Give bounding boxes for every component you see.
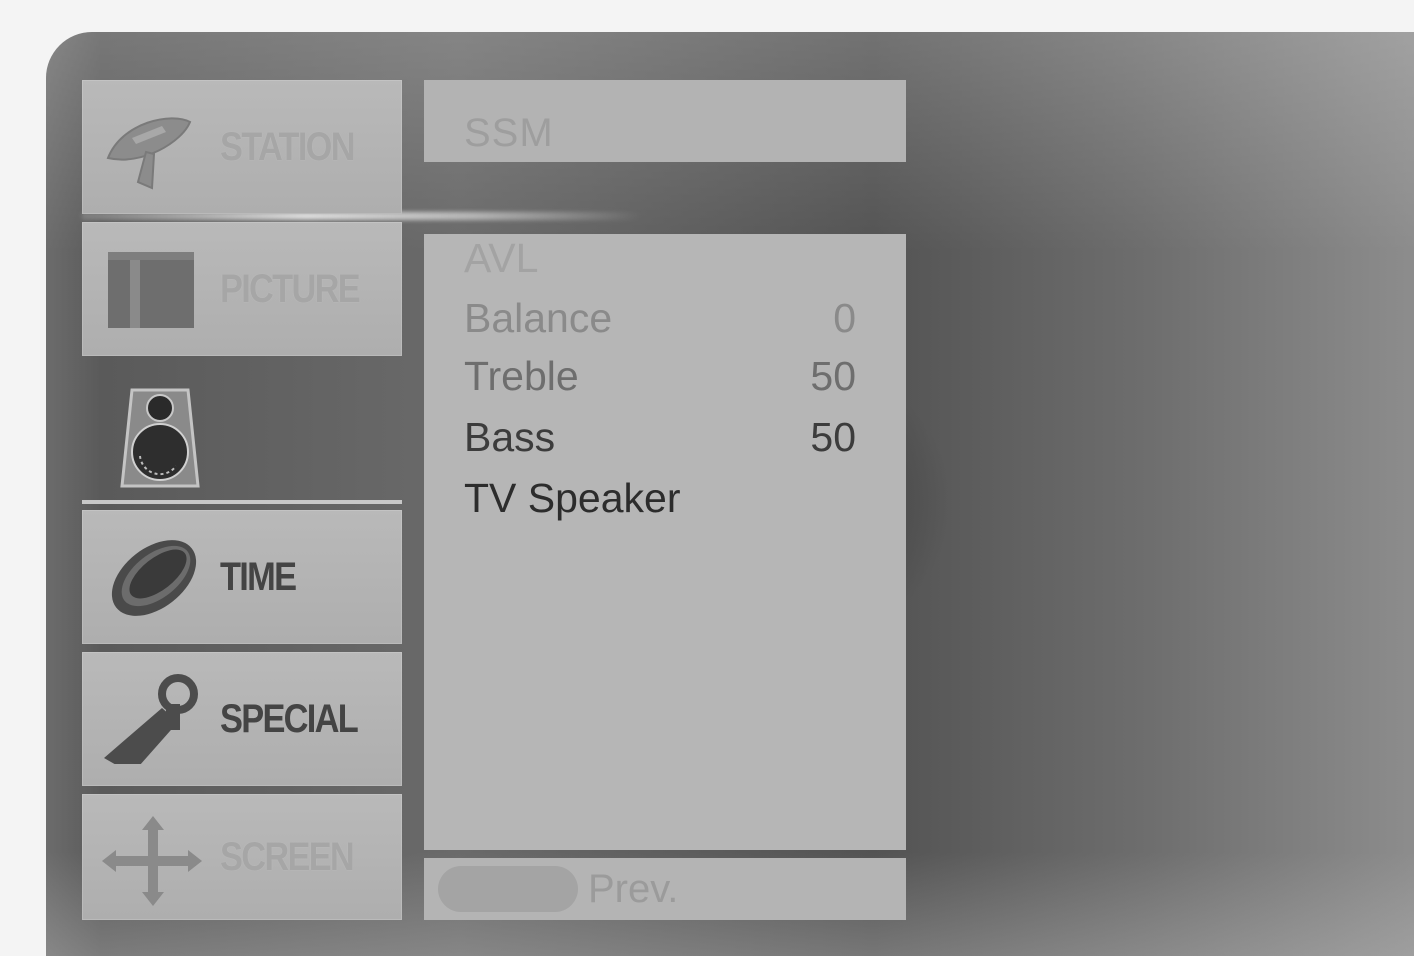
- prev-label: Prev.: [588, 867, 679, 911]
- submenu-item-name: Bass: [464, 414, 556, 460]
- submenu-item-bass[interactable]: Bass 50: [464, 407, 864, 467]
- menu-item-picture[interactable]: PICTURE: [82, 222, 402, 356]
- menu-item-time[interactable]: TIME: [82, 510, 402, 644]
- submenu-header-label: SSM: [464, 111, 554, 155]
- picture-icon: [108, 252, 194, 328]
- special-icon: [104, 674, 198, 764]
- submenu-item-balance[interactable]: Balance 0: [464, 288, 864, 348]
- menu-item-screen[interactable]: SCREEN: [82, 794, 402, 920]
- footer-bar: Prev.: [424, 858, 906, 920]
- menu-item-special[interactable]: SPECIAL: [82, 652, 402, 786]
- submenu-item-value: 50: [810, 353, 856, 399]
- submenu-item-tv-speaker[interactable]: TV Speaker: [464, 468, 864, 528]
- submenu-item-value: 50: [810, 414, 856, 460]
- menu-item-sound-selected[interactable]: [82, 364, 412, 502]
- satellite-dish-icon: [106, 117, 192, 190]
- submenu-header-bar[interactable]: SSM: [424, 80, 906, 162]
- menu-item-label: TIME: [220, 555, 297, 599]
- submenu-item-name: Balance: [464, 295, 613, 341]
- submenu-item-name: AVL: [464, 235, 539, 281]
- selected-underline: [82, 500, 402, 504]
- submenu-item-name: Treble: [464, 353, 579, 399]
- tv-osd-screen: STATION PICTURE TIME SPECIAL SCREEN SSM …: [0, 0, 1414, 956]
- menu-item-label: PICTURE: [220, 267, 361, 311]
- menu-item-label: SPECIAL: [220, 697, 359, 741]
- move-arrows-icon: [102, 816, 202, 906]
- prev-button[interactable]: [438, 866, 578, 912]
- menu-item-station[interactable]: STATION: [82, 80, 402, 214]
- submenu-item-treble[interactable]: Treble 50: [464, 346, 864, 406]
- submenu-item-avl[interactable]: AVL: [464, 228, 864, 288]
- submenu-item-value: 0: [833, 295, 856, 341]
- clock-icon: [111, 540, 197, 616]
- speaker-icon: [120, 388, 200, 488]
- submenu-panel: AVL Balance 0 Treble 50 Bass 50 TV Speak…: [424, 234, 906, 850]
- menu-item-label: SCREEN: [220, 835, 355, 879]
- submenu-item-name: TV Speaker: [464, 475, 681, 521]
- menu-item-label: STATION: [220, 125, 356, 169]
